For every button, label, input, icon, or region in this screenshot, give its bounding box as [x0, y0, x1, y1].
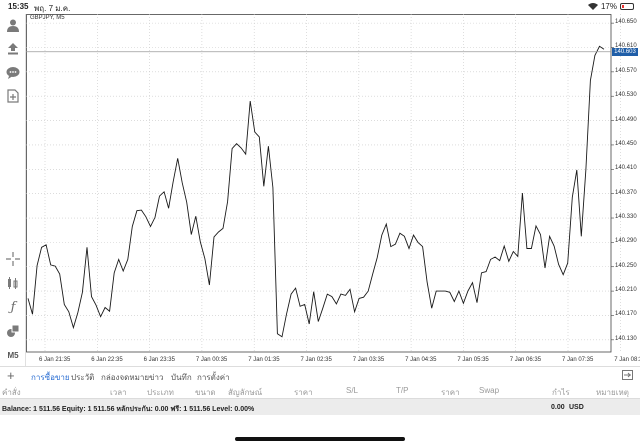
tab-settings[interactable]: การตั้งค่า — [197, 371, 230, 384]
chart-symbol-label: GBPJPY, M5 — [30, 15, 65, 21]
x-tick-label: 7 Jan 03:35 — [352, 357, 385, 363]
x-tick-label: 7 Jan 02:35 — [300, 357, 332, 363]
y-tick-label: 140.210 — [615, 287, 637, 294]
x-tick-label: 7 Jan 00:35 — [195, 357, 228, 363]
x-tick-label: 6 Jan 21:35 — [39, 357, 71, 363]
y-tick-label: 140.370 — [615, 189, 637, 196]
crosshair-icon[interactable] — [5, 251, 21, 267]
add-icon[interactable]: + — [7, 368, 15, 383]
tab-journal[interactable]: บันทึก — [171, 371, 192, 384]
x-tick-label: 7 Jan 07:35 — [562, 357, 594, 363]
col-tp: T/P — [396, 386, 409, 395]
battery-percent: 17% — [600, 2, 617, 11]
y-tick-label: 140.570 — [615, 67, 637, 74]
x-tick-label: 7 Jan 06:35 — [509, 357, 542, 363]
current-price-tag: 140.603 — [612, 47, 638, 56]
x-tick-label: 7 Jan 04:35 — [405, 357, 437, 363]
battery-icon — [620, 3, 634, 10]
trade-icon[interactable] — [5, 41, 21, 57]
status-bar: 15:35 พฤ. 7 ม.ค. 17% — [0, 0, 640, 14]
balance-profit: 0.00 — [551, 404, 565, 411]
y-tick-label: 140.410 — [615, 165, 637, 172]
price-series-line — [27, 45, 605, 338]
price-chart[interactable]: GBPJPY, M5 140.650 140.610 140.570 140.530 1… — [26, 14, 640, 366]
y-tick-label: 140.650 — [615, 19, 637, 26]
y-tick-label: 140.530 — [615, 92, 637, 99]
y-tick-label: 140.170 — [615, 311, 637, 318]
home-indicator[interactable] — [235, 437, 405, 441]
left-toolbar: ƒ M5 — [0, 14, 26, 366]
x-tick-label: 7 Jan 05:35 — [457, 357, 489, 363]
function-icon[interactable]: ƒ — [5, 299, 21, 315]
chat-icon[interactable] — [5, 65, 21, 81]
balance-bar: Balance: 1 511.56 Equity: 1 511.56 หลักป… — [0, 398, 640, 415]
timeframe-label[interactable]: M5 — [5, 347, 21, 363]
balance-currency: USD — [569, 404, 584, 411]
x-tick-label: 7 Jan 01:35 — [248, 357, 280, 363]
plot-frame — [26, 14, 612, 353]
orders-column-headers: คำสั่ง เวลา ประเภท ขนาด สัญลักษณ์ ราคา S… — [0, 384, 640, 398]
y-tick-label: 140.330 — [615, 214, 637, 221]
x-tick-label: 6 Jan 23:35 — [143, 357, 175, 363]
y-tick-label: 140.130 — [615, 335, 637, 342]
col-sl: S/L — [346, 386, 359, 395]
status-right: 17% — [587, 2, 634, 11]
objects-icon[interactable] — [5, 323, 21, 339]
tab-news[interactable]: ข่าว — [149, 371, 163, 384]
indicators-icon[interactable] — [5, 275, 21, 291]
y-tick-label: 140.290 — [615, 238, 637, 245]
expand-panel-icon[interactable] — [622, 370, 633, 380]
chart-canvas[interactable] — [26, 14, 640, 366]
terminal-tabs: + การซื้อขาย ประวัติ กล่องจดหมาย ข่าว บั… — [0, 366, 640, 388]
new-document-icon[interactable] — [5, 88, 21, 104]
tab-history[interactable]: ประวัติ — [71, 371, 94, 384]
wifi-icon — [587, 3, 598, 10]
col-swap: Swap — [479, 386, 500, 395]
x-tick-label: 6 Jan 22:35 — [91, 357, 123, 363]
balance-summary: Balance: 1 511.56 Equity: 1 511.56 หลักป… — [2, 406, 255, 413]
status-time: 15:35 — [8, 2, 29, 11]
y-tick-label: 140.250 — [615, 262, 637, 269]
y-tick-label: 140.490 — [615, 116, 637, 123]
y-tick-label: 140.450 — [615, 140, 637, 147]
x-tick-label: 7 Jan 08:35 — [614, 357, 640, 363]
tab-mailbox[interactable]: กล่องจดหมาย — [101, 371, 149, 384]
account-icon[interactable] — [5, 17, 21, 33]
